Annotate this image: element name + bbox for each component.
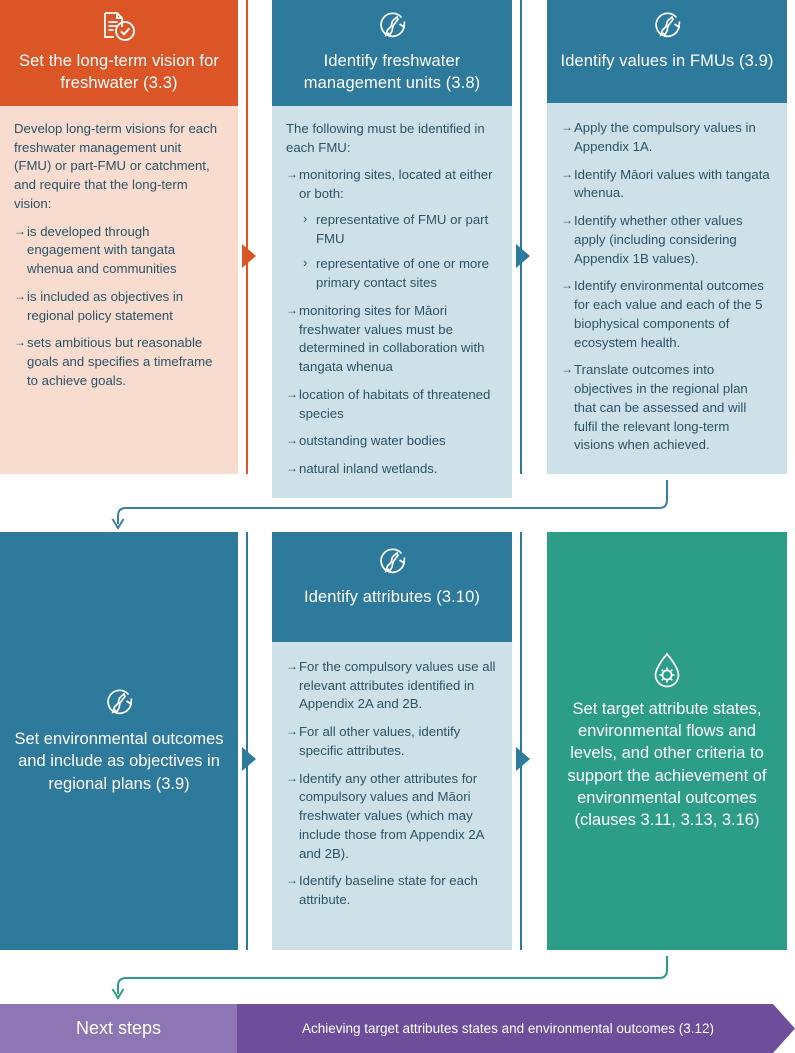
list-item: Identify baseline state for each attribu…: [286, 872, 496, 909]
card-identify-values: Identify values in FMUs (3.9) Apply the …: [547, 0, 787, 474]
card-body: For the compulsory values use all releva…: [272, 642, 512, 950]
card-intro: The following must be identified in each…: [286, 121, 485, 155]
list-item: location of habitats of threatened speci…: [286, 386, 496, 423]
list-item: Identify whether other values apply (inc…: [561, 212, 771, 268]
card-title: Identify freshwater management units (3.…: [303, 52, 481, 92]
divider-teal: [520, 0, 522, 474]
bullet-list: Apply the compulsory values in Appendix …: [561, 119, 771, 455]
list-item: monitoring sites for Māori freshwater va…: [286, 302, 496, 377]
list-item: is developed through engagement with tan…: [14, 223, 222, 279]
list-item: Identify any other attributes for compul…: [286, 770, 496, 864]
bullet-list: monitoring sites, located at either or b…: [286, 166, 496, 478]
document-check-icon: [12, 10, 226, 44]
arrow-right-teal-icon: [516, 747, 530, 771]
new-zealand-map-icon: [101, 687, 137, 721]
new-zealand-map-icon: [559, 10, 775, 44]
next-steps-bar: Next steps Achieving target attributes s…: [0, 1004, 795, 1053]
next-steps-text: Achieving target attributes states and e…: [302, 1021, 714, 1036]
new-zealand-map-icon: [284, 10, 500, 44]
card-set-environmental-outcomes: Set environmental outcomes and include a…: [0, 532, 238, 950]
card-body: Apply the compulsory values in Appendix …: [547, 103, 787, 474]
list-item: sets ambitious but reasonable goals and …: [14, 334, 222, 390]
next-steps-label-block: Next steps: [0, 1004, 237, 1053]
next-steps-text-block: Achieving target attributes states and e…: [237, 1004, 795, 1053]
card-header: Identify values in FMUs (3.9): [547, 0, 787, 104]
arrow-right-teal-icon: [242, 747, 256, 771]
list-item-label: monitoring sites, located at either or b…: [299, 167, 493, 202]
sub-bullet-list: representative of FMU or part FMU repres…: [301, 210, 496, 293]
arrow-right-teal-icon: [516, 244, 530, 268]
water-drop-gear-icon: [649, 651, 685, 691]
divider-teal: [520, 532, 522, 950]
card-header: Identify freshwater management units (3.…: [272, 0, 512, 106]
list-item: For the compulsory values use all releva…: [286, 658, 496, 714]
divider-teal: [246, 532, 248, 950]
list-item: is included as objectives in regional po…: [14, 288, 222, 325]
arrow-right-orange-icon: [242, 244, 256, 268]
list-item: natural inland wetlands.: [286, 460, 496, 479]
card-header: Set the long-term vision for freshwater …: [0, 0, 238, 106]
card-title: Identify values in FMUs (3.9): [560, 52, 774, 70]
bullet-list: is developed through engagement with tan…: [14, 223, 222, 391]
card-title: Set the long-term vision for freshwater …: [19, 52, 219, 92]
card-identify-attributes: Identify attributes (3.10) For the compu…: [272, 532, 512, 950]
card-intro: Develop long-term visions for each fresh…: [14, 121, 218, 211]
connector-row1-to-row2: [111, 480, 668, 530]
next-steps-label: Next steps: [75, 1018, 162, 1038]
sub-list-item: representative of one or more primary co…: [301, 254, 496, 292]
card-title: Identify attributes (3.10): [304, 588, 480, 606]
card-set-long-term-vision: Set the long-term vision for freshwater …: [0, 0, 238, 474]
list-item: Apply the compulsory values in Appendix …: [561, 119, 771, 156]
list-item: For all other values, identify specific …: [286, 723, 496, 760]
card-body: The following must be identified in each…: [272, 106, 512, 498]
bullet-list: For the compulsory values use all releva…: [286, 658, 496, 910]
connector-row2-to-next-steps: [111, 956, 668, 1000]
card-set-target-attribute-states: Set target attribute states, environment…: [547, 532, 787, 950]
divider-orange: [246, 0, 248, 474]
flowchart-canvas: Set the long-term vision for freshwater …: [0, 0, 795, 1053]
list-item: outstanding water bodies: [286, 432, 496, 451]
sub-list-item: representative of FMU or part FMU: [301, 210, 496, 248]
card-title: Set environmental outcomes and include a…: [14, 730, 224, 793]
new-zealand-map-icon: [284, 546, 500, 580]
list-item: monitoring sites, located at either or b…: [286, 166, 496, 292]
list-item: Identify environmental outcomes for each…: [561, 277, 771, 352]
card-body: Develop long-term visions for each fresh…: [0, 106, 238, 474]
card-header: Identify attributes (3.10): [272, 532, 512, 642]
card-identify-fmus: Identify freshwater management units (3.…: [272, 0, 512, 498]
list-item: Identify Māori values with tangata whenu…: [561, 166, 771, 203]
card-title: Set target attribute states, environment…: [567, 699, 767, 830]
list-item: Translate outcomes into objectives in th…: [561, 361, 771, 455]
